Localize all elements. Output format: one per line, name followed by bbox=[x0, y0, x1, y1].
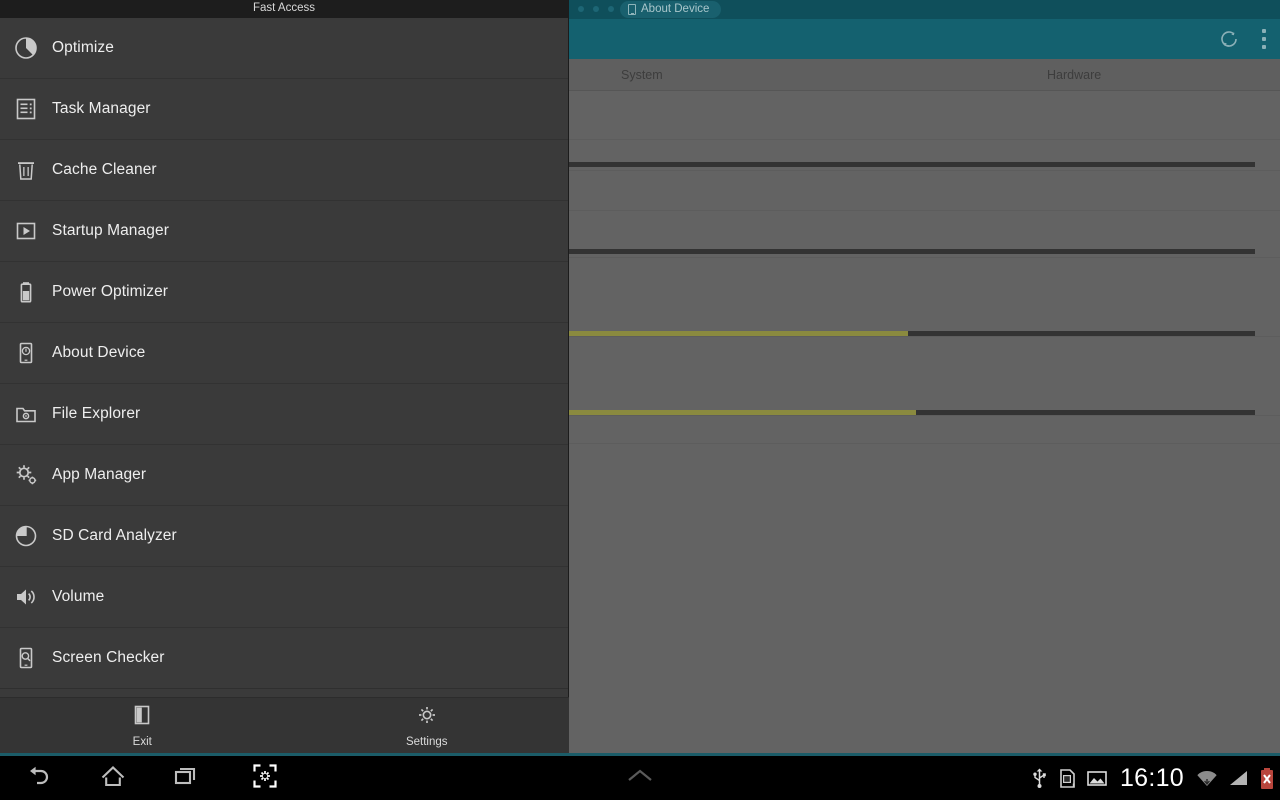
overflow-menu-icon[interactable] bbox=[1262, 29, 1266, 49]
back-arrow-icon bbox=[24, 761, 54, 796]
info-row[interactable] bbox=[568, 337, 1280, 416]
app-action-bar bbox=[568, 19, 1280, 59]
play-box-icon bbox=[0, 218, 52, 244]
settings-button[interactable]: Settings bbox=[285, 698, 570, 753]
speaker-icon bbox=[0, 584, 52, 610]
sidebar-item-label: Power Optimizer bbox=[52, 283, 169, 300]
progress-track bbox=[568, 331, 1255, 336]
tab-hardware-label: Hardware bbox=[1047, 68, 1102, 82]
sidebar-item-label: Volume bbox=[52, 588, 105, 605]
sidebar-item-about-device[interactable]: About Device bbox=[0, 323, 568, 384]
info-row[interactable] bbox=[568, 416, 1280, 444]
tab-hardware[interactable]: Hardware bbox=[1047, 59, 1101, 91]
back-button[interactable] bbox=[12, 756, 66, 800]
tab-dot-1 bbox=[578, 6, 584, 12]
sidebar-item-volume[interactable]: Volume bbox=[0, 567, 568, 628]
gear-icon bbox=[416, 704, 438, 731]
info-row[interactable] bbox=[568, 258, 1280, 337]
list-document-icon bbox=[0, 96, 52, 122]
info-row[interactable] bbox=[568, 171, 1280, 211]
sidebar-item-startup-manager[interactable]: Startup Manager bbox=[0, 201, 568, 262]
fast-access-title-bar: Fast Access bbox=[0, 0, 568, 18]
pie-gauge-icon bbox=[0, 35, 52, 61]
pie-chart-icon bbox=[0, 523, 52, 549]
sidebar-item-label: File Explorer bbox=[52, 405, 141, 422]
tab-system[interactable]: System bbox=[621, 59, 663, 91]
status-bar: 16:10 bbox=[1031, 756, 1276, 800]
exit-button[interactable]: Exit bbox=[0, 698, 285, 753]
status-bar-clock: 16:10 bbox=[1119, 763, 1184, 792]
info-row[interactable] bbox=[568, 140, 1280, 171]
sidebar-item-app-manager[interactable]: App Manager bbox=[0, 445, 568, 506]
phone-info-icon bbox=[0, 340, 52, 366]
trash-icon bbox=[0, 157, 52, 183]
sidebar-item-label: Startup Manager bbox=[52, 222, 169, 239]
info-row[interactable] bbox=[568, 91, 1280, 140]
screenshot-icon bbox=[251, 762, 279, 795]
sidebar-item-label: SD Card Analyzer bbox=[52, 527, 177, 544]
sidebar-item-task-manager[interactable]: Task Manager bbox=[0, 79, 568, 140]
sidebar-item-label: Screen Checker bbox=[52, 649, 165, 666]
progress-fill bbox=[568, 410, 916, 415]
home-icon bbox=[98, 761, 128, 796]
cellular-signal-icon bbox=[1227, 767, 1249, 789]
screenshot-button[interactable] bbox=[238, 756, 292, 800]
sidebar-item-screen-checker[interactable]: Screen Checker bbox=[0, 628, 568, 689]
window-tab-about-device[interactable]: About Device bbox=[620, 1, 722, 18]
progress-track bbox=[568, 410, 1255, 415]
gears-icon bbox=[0, 461, 52, 489]
tab-system-label: System bbox=[621, 68, 663, 82]
screenshot-image-icon bbox=[1086, 767, 1108, 789]
sidebar-item-label: Task Manager bbox=[52, 100, 151, 117]
sidebar-item-file-explorer[interactable]: File Explorer bbox=[0, 384, 568, 445]
expand-handle-button[interactable] bbox=[613, 756, 667, 800]
battery-error-icon bbox=[1258, 767, 1276, 790]
progress-track bbox=[568, 162, 1255, 167]
sidebar-item-label: About Device bbox=[52, 344, 146, 361]
sidebar-item-power-optimizer[interactable]: Power Optimizer bbox=[0, 262, 568, 323]
wifi-icon bbox=[1196, 767, 1218, 789]
fast-access-title: Fast Access bbox=[253, 2, 315, 15]
sidebar-item-label: Cache Cleaner bbox=[52, 161, 157, 178]
progress-track bbox=[568, 249, 1255, 254]
chevron-up-icon bbox=[623, 766, 657, 791]
phone-icon bbox=[628, 4, 636, 15]
fast-access-list: Optimize Task Manager Cache Cleaner Star… bbox=[0, 18, 568, 697]
about-device-content bbox=[568, 91, 1280, 753]
tab-dot-2 bbox=[593, 6, 599, 12]
usb-icon bbox=[1031, 767, 1048, 789]
sidebar-item-label: App Manager bbox=[52, 466, 147, 483]
sidebar-item-cache-cleaner[interactable]: Cache Cleaner bbox=[0, 140, 568, 201]
info-row[interactable] bbox=[568, 211, 1280, 258]
tab-dot-3 bbox=[608, 6, 614, 12]
sd-card-icon bbox=[1057, 767, 1077, 789]
fast-access-bottom-bar: Exit Settings bbox=[0, 697, 569, 753]
sidebar-item-label: Optimize bbox=[52, 39, 114, 56]
settings-label: Settings bbox=[405, 735, 448, 748]
app-tabs-row: System Hardware bbox=[568, 59, 1280, 91]
recent-apps-button[interactable] bbox=[160, 756, 214, 800]
refresh-icon[interactable] bbox=[1218, 28, 1240, 50]
window-tab-label: About Device bbox=[641, 2, 710, 15]
exit-door-icon bbox=[131, 704, 153, 731]
sidebar-item-optimize[interactable]: Optimize bbox=[0, 18, 568, 79]
phone-search-icon bbox=[0, 645, 52, 671]
home-button[interactable] bbox=[86, 756, 140, 800]
progress-fill bbox=[568, 331, 908, 336]
exit-label: Exit bbox=[132, 735, 152, 748]
fast-access-panel: Fast Access Optimize Task Manager Cache … bbox=[0, 0, 569, 753]
recent-apps-icon bbox=[172, 761, 202, 796]
sidebar-item-sd-card-analyzer[interactable]: SD Card Analyzer bbox=[0, 506, 568, 567]
battery-icon bbox=[0, 279, 52, 305]
screen-root: About Device System Hardware Fast Access… bbox=[0, 0, 1280, 800]
folder-gear-icon bbox=[0, 401, 52, 427]
